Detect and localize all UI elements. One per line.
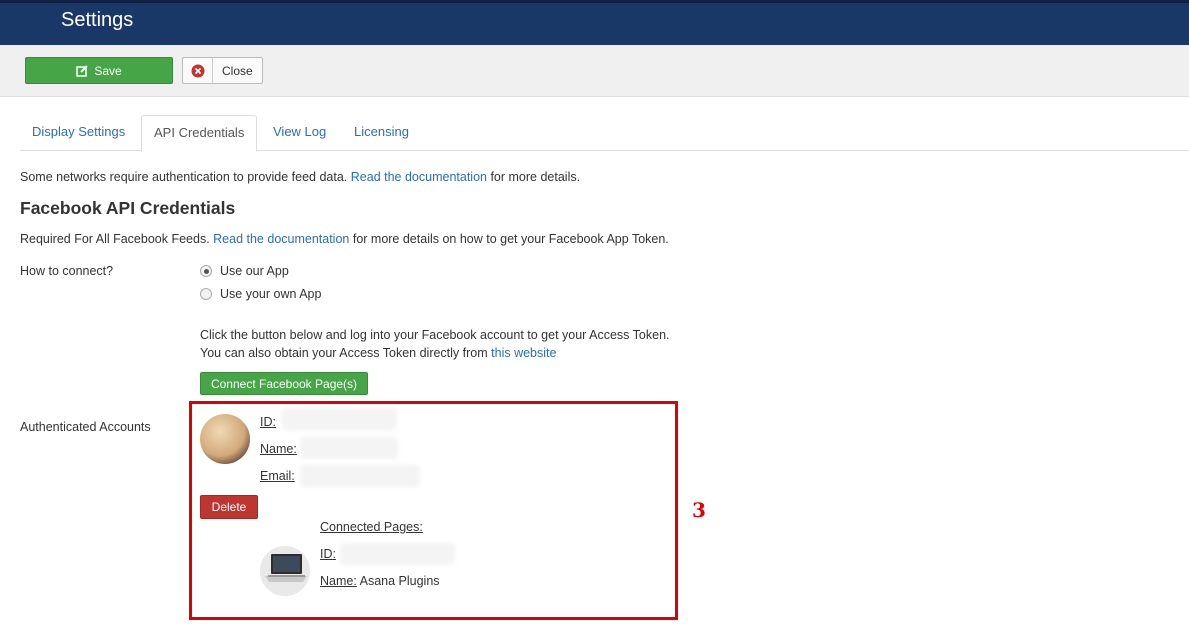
req-text-before: Required For All Facebook Feeds. xyxy=(20,232,214,246)
delete-button[interactable]: Delete xyxy=(200,495,258,519)
connect-facebook-button[interactable]: Connect Facebook Page(s) xyxy=(200,372,368,395)
option-label: Use our App xyxy=(220,264,289,278)
facebook-heading: Facebook API Credentials xyxy=(20,198,236,218)
account-email-field: Email: xyxy=(260,469,295,483)
account-id-label: ID: xyxy=(260,415,276,429)
tab-display-settings[interactable]: Display Settings xyxy=(20,115,137,151)
intro-text: Some networks require authentication to … xyxy=(20,170,580,184)
authenticated-accounts-label: Authenticated Accounts xyxy=(20,420,151,434)
laptop-icon xyxy=(260,546,310,596)
tab-api-credentials[interactable]: API Credentials xyxy=(141,115,258,152)
save-button[interactable]: Save xyxy=(25,57,173,84)
page-name-label: Name: xyxy=(320,574,357,588)
page-id-label: ID: xyxy=(320,547,336,561)
annotation-marker: 3 xyxy=(692,498,706,522)
close-button[interactable]: Close xyxy=(182,57,263,84)
info-line-1: Click the button below and log into your… xyxy=(200,328,670,342)
page-id-field: ID: xyxy=(320,547,336,561)
option-use-our-app[interactable]: Use our App xyxy=(200,264,289,278)
info-line-2: You can also obtain your Access Token di… xyxy=(200,346,556,360)
page-title: Settings xyxy=(61,9,134,31)
redacted-value xyxy=(300,465,420,487)
facebook-requirement-text: Required For All Facebook Feeds. Read th… xyxy=(20,232,669,246)
tab-bar: Display Settings API Credentials View Lo… xyxy=(20,115,1189,152)
toolbar: Save Close xyxy=(0,45,1189,97)
avatar xyxy=(200,414,250,464)
app-header: Settings xyxy=(0,0,1189,45)
close-icon xyxy=(183,58,213,83)
connected-pages-text: Connected Pages: xyxy=(320,520,423,534)
save-label: Save xyxy=(94,63,122,78)
page-avatar xyxy=(260,546,310,596)
info-line-2-text: You can also obtain your Access Token di… xyxy=(200,346,492,360)
documentation-link[interactable]: Read the documentation xyxy=(351,170,487,184)
option-use-own-app[interactable]: Use your own App xyxy=(200,287,321,301)
page-name-value: Asana Plugins xyxy=(359,574,440,588)
redacted-value xyxy=(340,543,455,565)
tab-view-log[interactable]: View Log xyxy=(261,115,338,151)
redacted-value xyxy=(300,437,398,459)
how-to-connect-label: How to connect? xyxy=(20,264,114,278)
option-label: Use your own App xyxy=(220,287,322,301)
redacted-value xyxy=(282,408,397,430)
account-name-field: Name: xyxy=(260,442,297,456)
radio-use-our-app[interactable] xyxy=(200,265,212,277)
radio-use-own-app[interactable] xyxy=(200,288,212,300)
account-email-label: Email: xyxy=(260,469,295,483)
account-id-field: ID: xyxy=(260,415,276,429)
page-name-field: Name: Asana Plugins xyxy=(320,574,440,588)
req-text-after: for more details on how to get your Face… xyxy=(349,232,669,246)
intro-text-before: Some networks require authentication to … xyxy=(20,170,351,184)
close-label: Close xyxy=(222,63,253,78)
facebook-documentation-link[interactable]: Read the documentation xyxy=(213,232,349,246)
edit-icon xyxy=(76,64,89,77)
account-name-label: Name: xyxy=(260,442,297,456)
connected-pages-label: Connected Pages: xyxy=(320,520,423,534)
intro-text-after: for more details. xyxy=(486,170,581,184)
this-website-link[interactable]: this website xyxy=(491,346,556,360)
tab-licensing[interactable]: Licensing xyxy=(342,115,421,151)
